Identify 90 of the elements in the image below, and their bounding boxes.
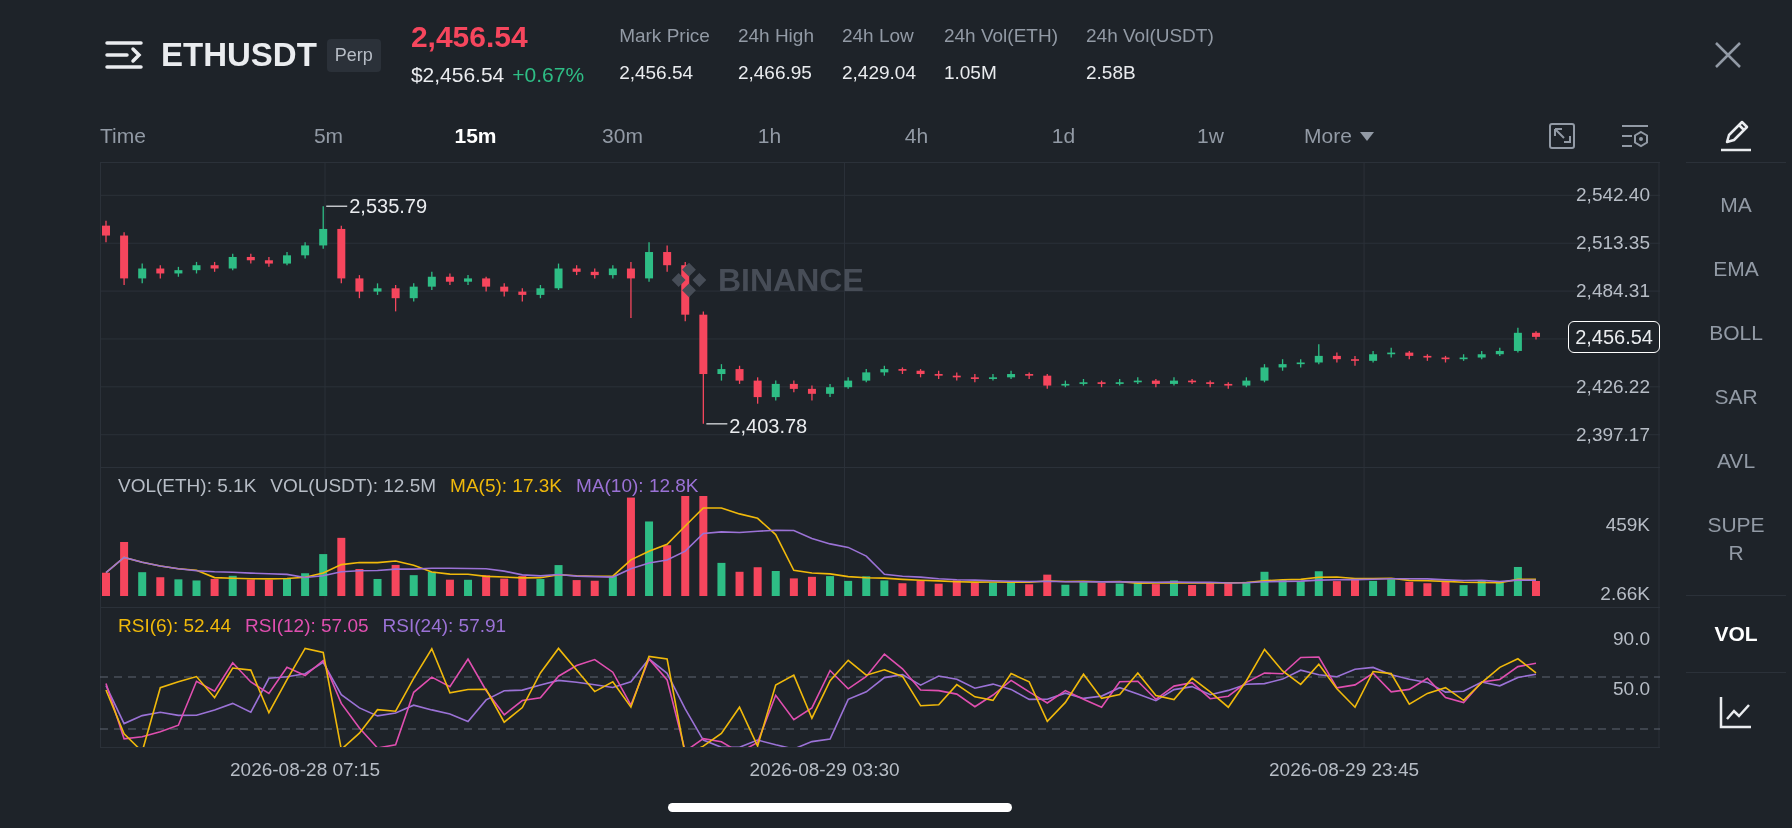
stat-value: 2,429.04: [842, 60, 916, 85]
legend-text: RSI(6): 52.44: [118, 614, 231, 638]
legend-text: RSI(24): 57.91: [382, 614, 507, 638]
candlestick: [663, 244, 672, 273]
rsi-axis-label: 90.0: [1613, 628, 1650, 650]
candlestick: [970, 373, 979, 383]
candlestick: [626, 261, 635, 319]
timeframe-tab[interactable]: 1w: [1137, 120, 1284, 152]
indicator-option[interactable]: BOLL: [1704, 301, 1768, 365]
stat-label: 24h Vol(USDT): [1086, 24, 1214, 48]
timeframe-tab[interactable]: Time: [100, 120, 255, 152]
price-axis-label: 2,397.17: [1576, 423, 1650, 446]
price-axis-label: 2,426.22: [1576, 375, 1650, 398]
indicator-option[interactable]: SAR: [1704, 365, 1768, 429]
candlestick: [1513, 327, 1522, 354]
contract-tag: Perp: [326, 38, 381, 72]
candlestick: [988, 373, 997, 382]
settings-icon[interactable]: [1620, 123, 1650, 149]
candlestick: [1314, 343, 1323, 365]
candlestick: [138, 262, 147, 284]
low-price-label: 2,403.78: [729, 413, 808, 438]
diamond-logo-icon: [670, 261, 708, 299]
candlestick: [102, 220, 110, 243]
candlestick: [1007, 370, 1016, 380]
leader-line: [705, 423, 728, 425]
indicator-option[interactable]: EMA: [1704, 237, 1768, 301]
candlestick: [409, 282, 418, 303]
price-axis-label: 2,542.40: [1576, 184, 1650, 207]
price-axis-label: 2,513.35: [1576, 232, 1650, 255]
candlestick: [1169, 376, 1178, 387]
time-axis-label: 2026-08-29 03:30: [749, 758, 900, 782]
candlestick: [264, 256, 273, 268]
candlestick: [391, 284, 400, 313]
candlestick: [427, 271, 436, 291]
stat-value: 2,466.95: [737, 60, 813, 85]
indicator-option[interactable]: VOL: [1714, 618, 1758, 650]
legend-text: MA(10): 12.8K: [576, 474, 699, 498]
volume-axis-label: 2.66K: [1600, 583, 1650, 605]
rsi-axis-label: 50.0: [1613, 678, 1650, 700]
time-axis-label: 2026-08-28 07:15: [230, 758, 381, 782]
candlestick: [554, 262, 563, 291]
timeframe-tab[interactable]: 5m: [255, 120, 402, 152]
timeframe-tab[interactable]: 1h: [696, 120, 843, 152]
stat-value: 1.05M: [943, 60, 998, 85]
indicator-option[interactable]: AVL: [1704, 429, 1768, 493]
candlestick: [1260, 363, 1269, 383]
stat-label: 24h Low: [842, 24, 915, 48]
timeframe-tab[interactable]: 30m: [549, 120, 696, 152]
time-axis-label: 2026-08-29 23:45: [1269, 758, 1420, 782]
candlestick: [1151, 378, 1160, 388]
last-price: 2,456.54: [410, 19, 529, 56]
stat-label: 24h High: [737, 24, 814, 48]
legend-text: MA(5): 17.3K: [450, 474, 563, 498]
volume-axis-label: 459K: [1605, 514, 1650, 536]
resize-icon[interactable]: [1548, 122, 1576, 150]
close-icon[interactable]: [1714, 41, 1742, 69]
pencil-icon[interactable]: [1719, 120, 1753, 152]
indicator-option[interactable]: MA: [1704, 173, 1768, 237]
stat-label: 24h Vol(ETH): [943, 24, 1058, 48]
stat-value: 2.58B: [1086, 60, 1137, 85]
menu-icon[interactable]: [105, 39, 145, 71]
candlestick: [753, 376, 762, 405]
candlestick: [445, 272, 454, 286]
indicator-option[interactable]: SUPER: [1704, 493, 1768, 585]
candlestick: [1350, 355, 1359, 367]
price-change: +0.67%: [512, 62, 585, 89]
candlestick: [735, 365, 744, 385]
line-chart-icon[interactable]: [1719, 694, 1753, 729]
timeframe-tab[interactable]: 15m: [402, 120, 549, 152]
candlestick: [355, 274, 364, 299]
caret-icon: [1359, 131, 1374, 141]
current-price-tag: 2,456.54: [1568, 320, 1660, 353]
legend-text: RSI(12): 57.05: [245, 614, 369, 638]
timeframe-tab[interactable]: 1d: [990, 120, 1137, 152]
leader-line: [325, 205, 348, 207]
stat-label: Mark Price: [619, 24, 710, 48]
symbol-title: ETHUSDT: [161, 35, 317, 76]
legend-text: VOL(ETH): 5.1K: [118, 474, 257, 498]
high-price-label: 2,535.79: [349, 194, 428, 219]
timeframe-tab[interactable]: 4h: [843, 120, 990, 152]
candlestick: [807, 384, 816, 402]
legend-text: VOL(USDT): 12.5M: [270, 474, 437, 498]
candlestick: [1332, 351, 1341, 364]
usd-price: $2,456.54: [410, 62, 505, 89]
candlestick: [464, 274, 473, 286]
candlestick: [771, 379, 780, 402]
candlestick: [319, 205, 328, 250]
price-axis-label: 2,484.31: [1576, 280, 1650, 303]
more-dropdown[interactable]: More: [1304, 120, 1374, 152]
stat-value: 2,456.54: [619, 60, 695, 85]
